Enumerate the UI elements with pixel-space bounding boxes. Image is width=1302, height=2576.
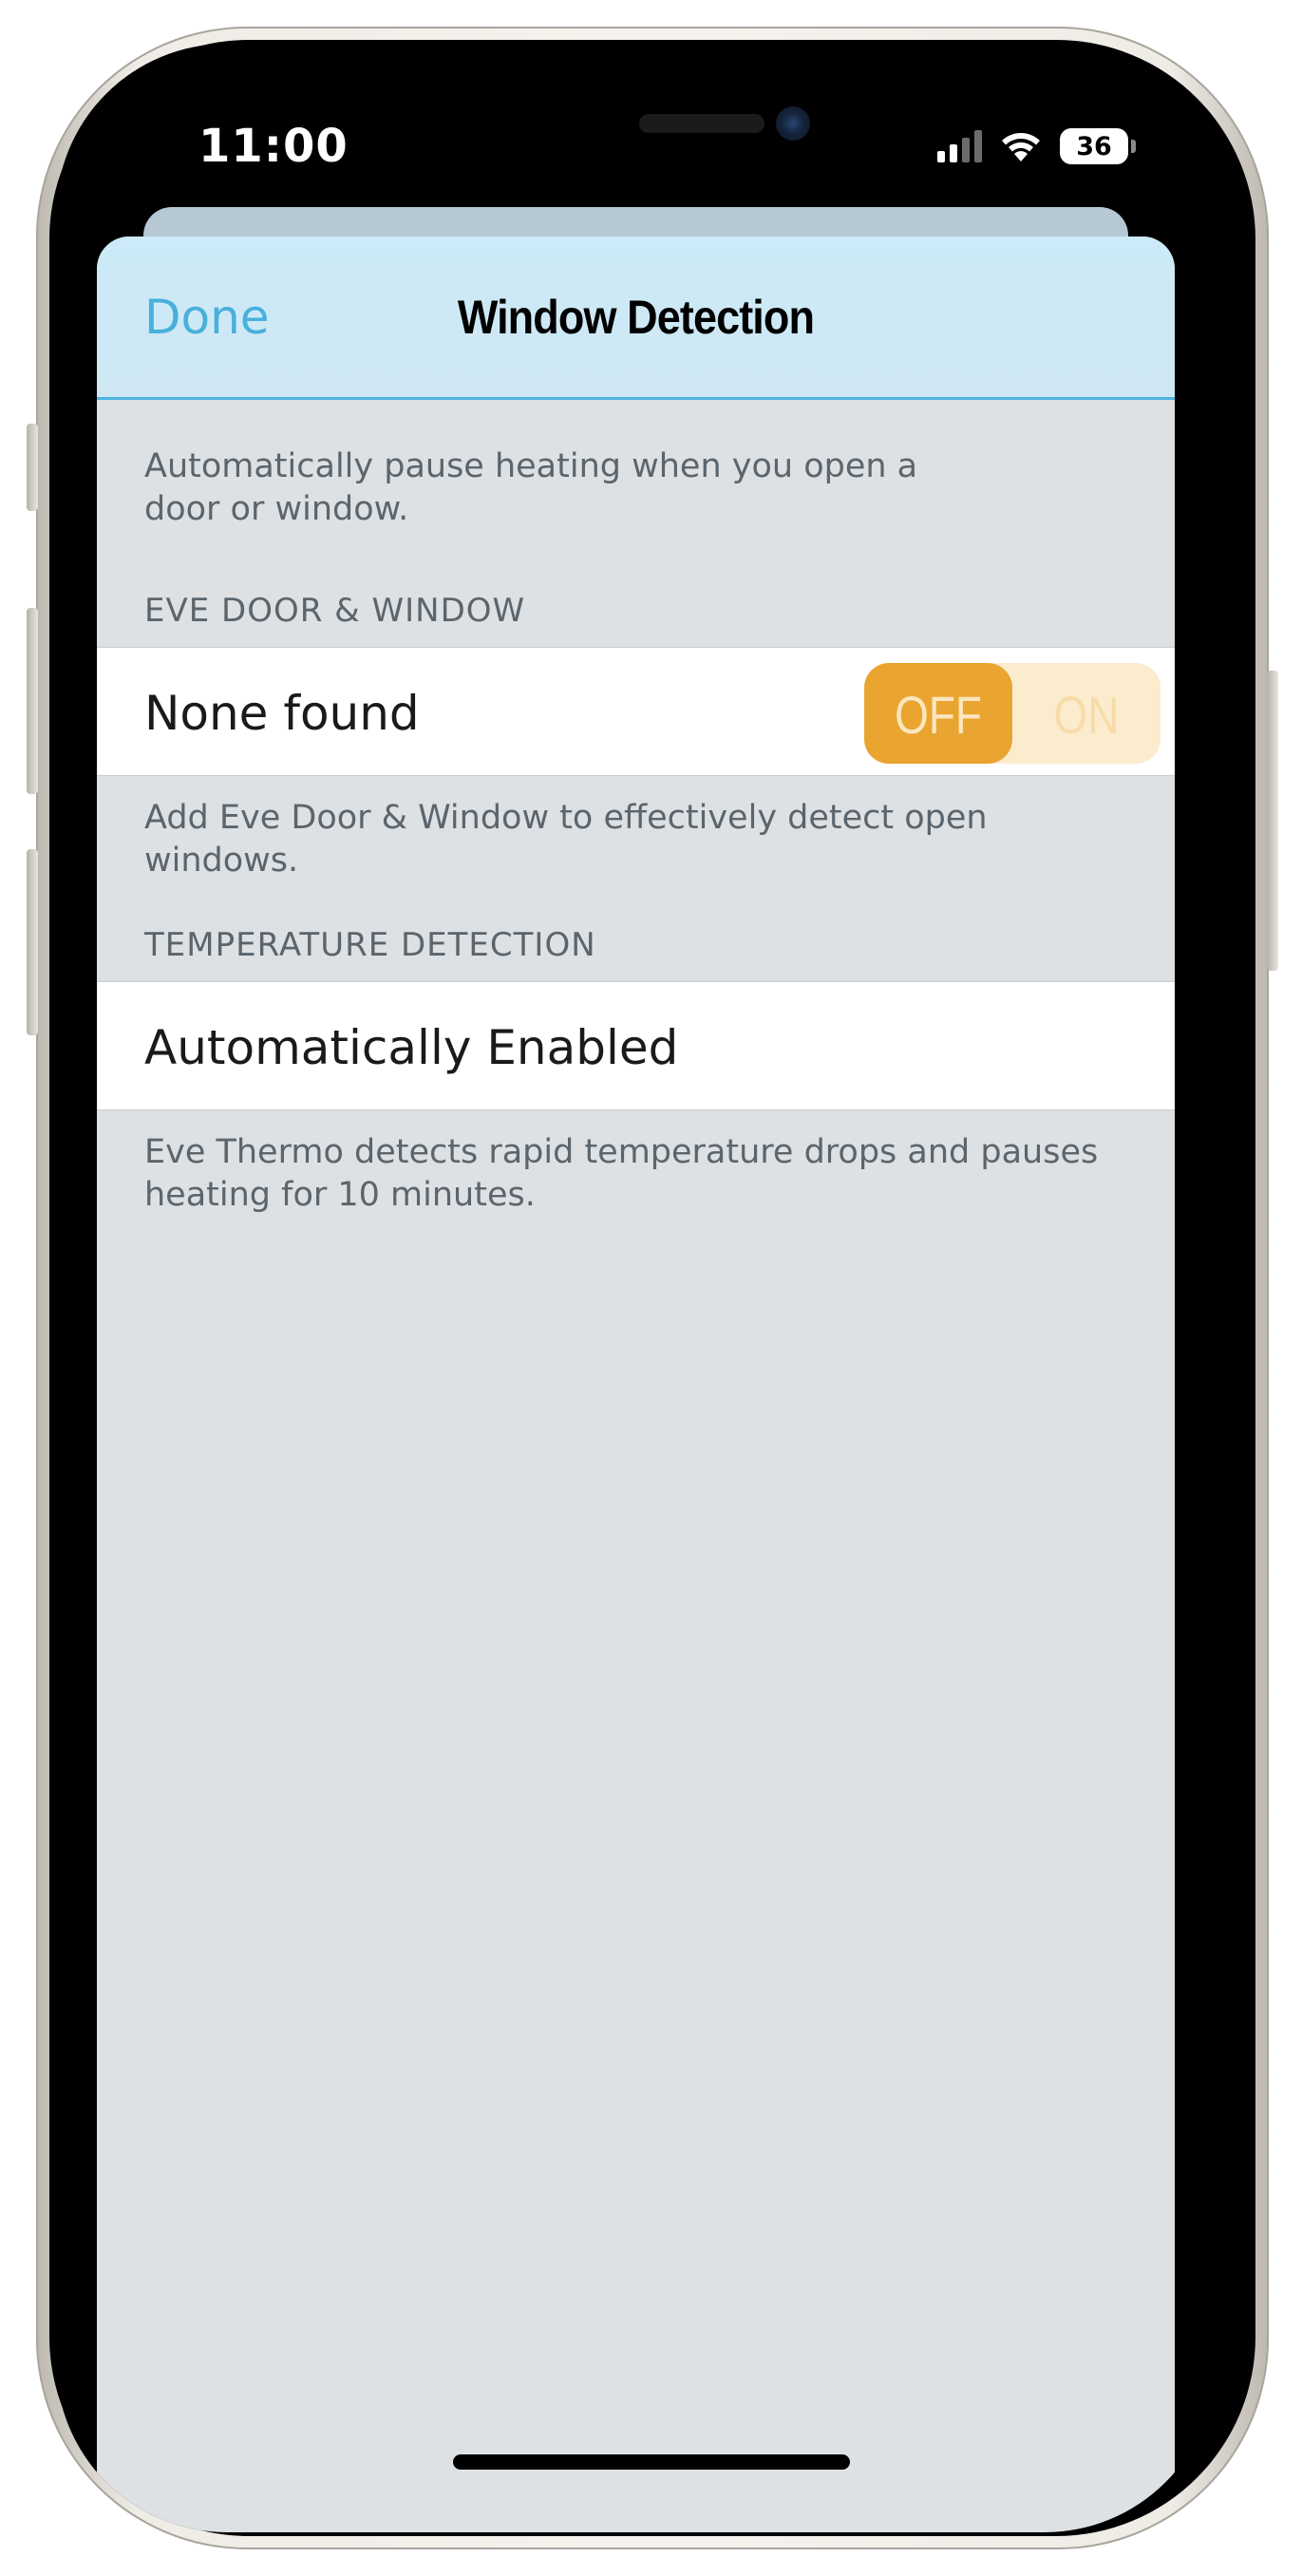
toggle-off-label: OFF (895, 685, 982, 745)
screen: 11:00 36 Done Window Detection Automatic… (56, 44, 1216, 2532)
status-bar: 11:00 36 (56, 44, 1216, 196)
home-indicator[interactable] (453, 2454, 850, 2470)
door-window-cell: None found OFF ON (97, 647, 1175, 776)
door-window-status-label: None found (144, 686, 420, 741)
dynamic-island (584, 89, 835, 161)
side-button (1267, 671, 1278, 971)
navigation-bar: Done Window Detection (97, 237, 1175, 400)
front-camera (776, 106, 810, 141)
toggle-on-label: ON (1053, 685, 1120, 745)
wifi-icon (1002, 133, 1040, 161)
window-detection-toggle[interactable]: OFF ON (864, 663, 1160, 764)
temperature-detection-cell: Automatically Enabled (97, 981, 1175, 1110)
status-time: 11:00 (198, 120, 349, 173)
cellular-signal-icon (937, 130, 982, 162)
temperature-detection-footer: Eve Thermo detects rapid temperature dro… (144, 1133, 1099, 1214)
window-detection-sheet: Done Window Detection Automatically paus… (97, 237, 1175, 2532)
battery-icon: 36 (1060, 128, 1136, 164)
status-icons: 36 (937, 123, 1136, 169)
volume-up-button (27, 608, 38, 794)
speaker-grille (639, 114, 764, 133)
intro-description: Automatically pause heating when you ope… (144, 447, 918, 528)
temperature-detection-status-label: Automatically Enabled (144, 1020, 679, 1075)
door-window-footer: Add Eve Door & Window to effectively det… (144, 799, 988, 880)
section-header-temperature-detection: TEMPERATURE DETECTION (144, 926, 596, 964)
section-header-eve-door-window: EVE DOOR & WINDOW (144, 592, 526, 630)
action-button (27, 424, 38, 511)
page-title: Window Detection (457, 291, 815, 344)
battery-level: 36 (1060, 128, 1128, 164)
volume-down-button (27, 849, 38, 1035)
battery-tip (1131, 140, 1136, 153)
